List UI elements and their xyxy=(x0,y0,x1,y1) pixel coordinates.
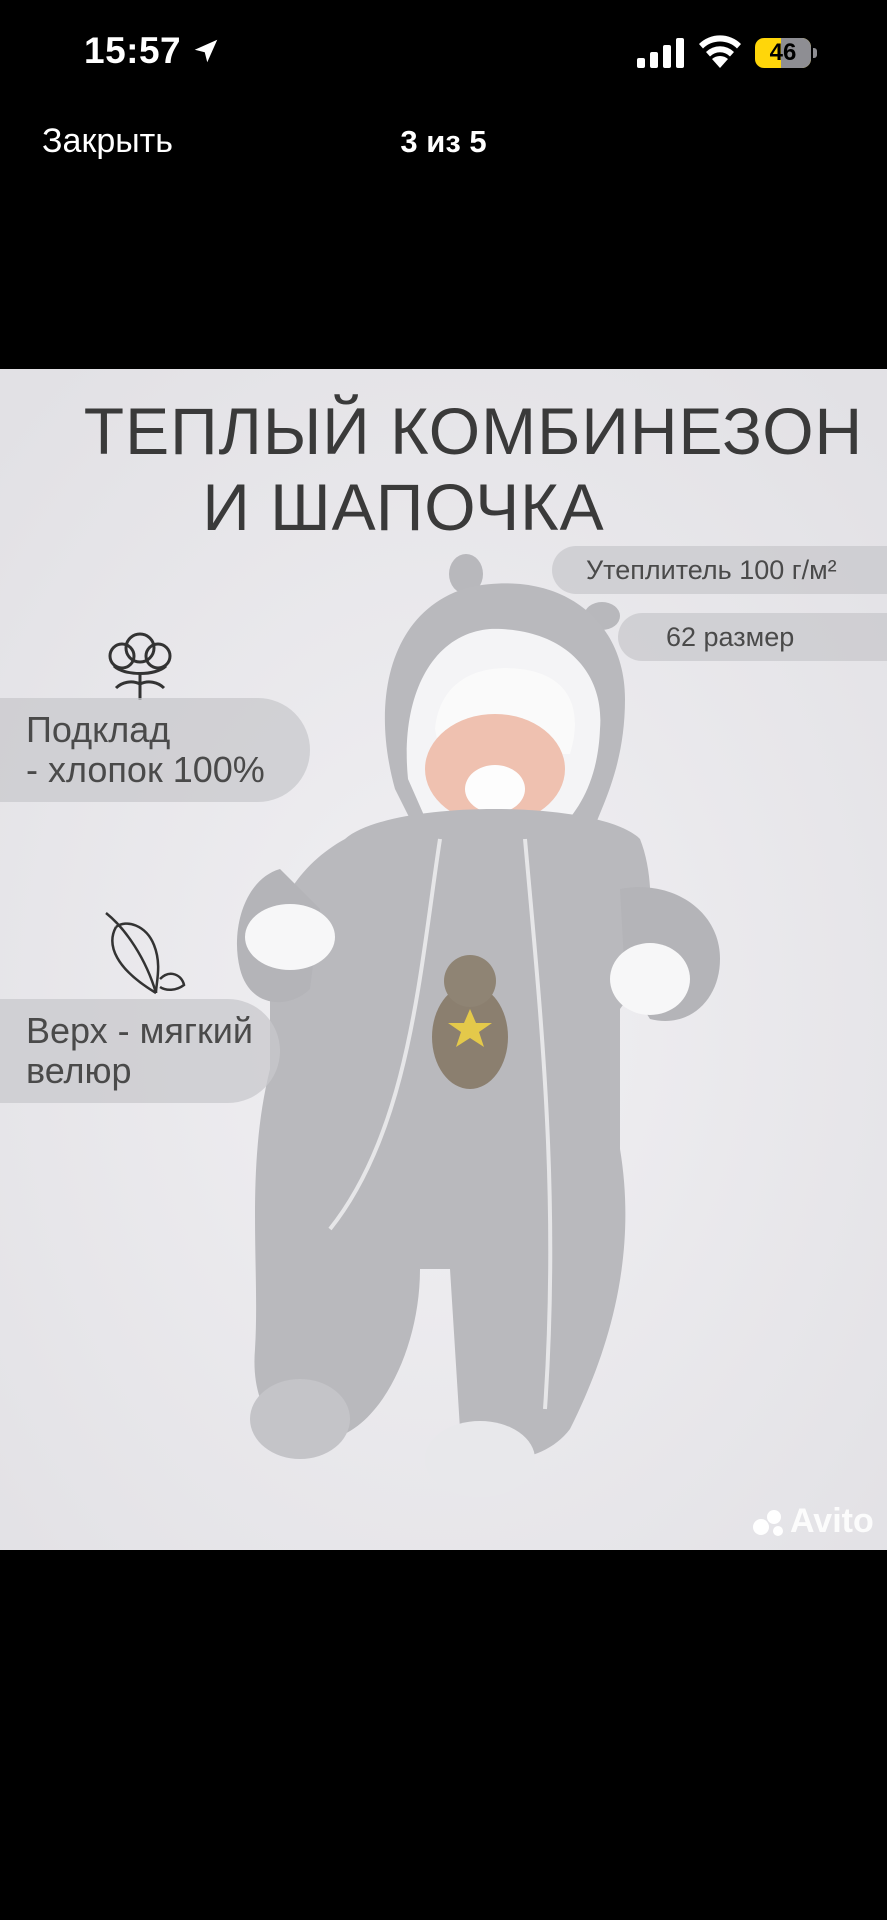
product-image[interactable]: ТЕПЛЫЙ КОМБИНЕЗОН И ШАПОЧКА Утеплитель 1… xyxy=(0,369,887,1550)
watermark: Avito xyxy=(790,1502,874,1540)
avito-logo-icon xyxy=(753,1510,783,1536)
cellular-signal-icon xyxy=(637,38,684,68)
insulation-badge: Утеплитель 100 г/м² xyxy=(552,546,887,594)
feather-icon xyxy=(105,912,186,995)
size-badge: 62 размер xyxy=(618,613,887,661)
battery-icon: 46 xyxy=(755,38,817,68)
lining-label-line-1: Подклад xyxy=(26,709,171,750)
battery-percent: 46 xyxy=(769,39,797,66)
fabric-badge: Верх - мягкий велюр xyxy=(0,999,280,1103)
fabric-label-line-1: Верх - мягкий xyxy=(26,1010,253,1051)
fabric-label-line-2: велюр xyxy=(26,1050,132,1091)
status-bar: 15:57 46 xyxy=(0,0,887,100)
cotton-flower-icon xyxy=(108,632,172,700)
location-arrow-icon xyxy=(194,39,218,63)
image-counter: 3 из 5 xyxy=(400,124,487,159)
headline-line-2: И ШАПОЧКА xyxy=(202,470,605,544)
headline-line-1: ТЕПЛЫЙ КОМБИНЕЗОН xyxy=(83,394,864,468)
wifi-icon xyxy=(699,35,741,68)
status-time: 15:57 xyxy=(84,30,182,71)
lining-label-line-2: - хлопок 100% xyxy=(26,749,265,790)
lining-badge: Подклад - хлопок 100% xyxy=(0,698,310,802)
